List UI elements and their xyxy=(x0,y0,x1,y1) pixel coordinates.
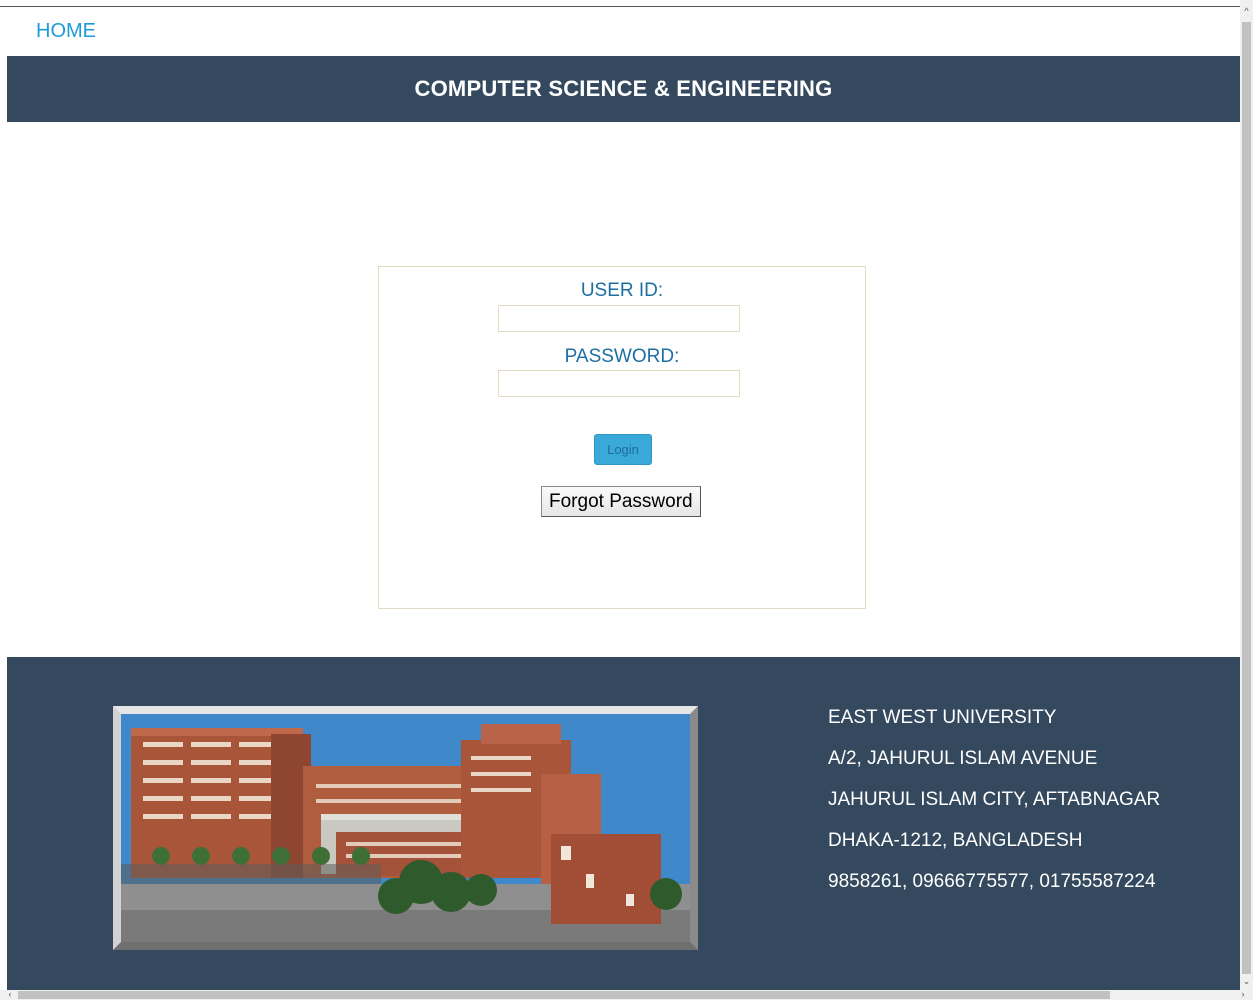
password-label: PASSWORD: xyxy=(564,346,680,367)
address-line-university: EAST WEST UNIVERSITY xyxy=(828,707,1057,728)
address-line-phone: 9858261, 09666775577, 01755587224 xyxy=(828,871,1156,892)
scroll-left-icon[interactable]: ‹ xyxy=(4,988,16,1000)
university-campus-building-image xyxy=(121,714,690,942)
address-line-street: A/2, JAHURUL ISLAM AVENUE xyxy=(828,748,1098,769)
password-input[interactable] xyxy=(498,370,740,397)
footer: EAST WEST UNIVERSITY A/2, JAHURUL ISLAM … xyxy=(7,657,1240,990)
user-id-label: USER ID: xyxy=(580,280,664,301)
scroll-right-icon[interactable]: › xyxy=(1237,988,1249,1000)
address-line-area: JAHURUL ISLAM CITY, AFTABNAGAR xyxy=(828,789,1161,810)
page-title: COMPUTER SCIENCE & ENGINEERING xyxy=(414,76,833,101)
user-id-input[interactable] xyxy=(498,305,740,332)
forgot-password-button[interactable]: Forgot Password xyxy=(541,486,701,517)
login-button[interactable]: Login xyxy=(594,434,652,465)
home-link[interactable]: HOME xyxy=(36,20,96,43)
horizontal-scrollbar[interactable]: ‹ › xyxy=(0,988,1253,1000)
address-line-city: DHAKA-1212, BANGLADESH xyxy=(828,830,1083,851)
page-header: COMPUTER SCIENCE & ENGINEERING xyxy=(7,56,1240,122)
vertical-scroll-thumb[interactable] xyxy=(1242,22,1251,974)
scroll-down-icon[interactable]: ⌄ xyxy=(1240,974,1253,988)
login-form: USER ID: PASSWORD: Login Forgot Password xyxy=(378,266,866,609)
campus-image-frame xyxy=(113,706,698,950)
scroll-up-icon[interactable]: ^ xyxy=(1240,4,1253,18)
horizontal-scroll-thumb[interactable] xyxy=(18,991,1110,999)
top-divider xyxy=(0,6,1240,7)
vertical-scrollbar[interactable]: ^ ⌄ xyxy=(1240,0,1253,990)
